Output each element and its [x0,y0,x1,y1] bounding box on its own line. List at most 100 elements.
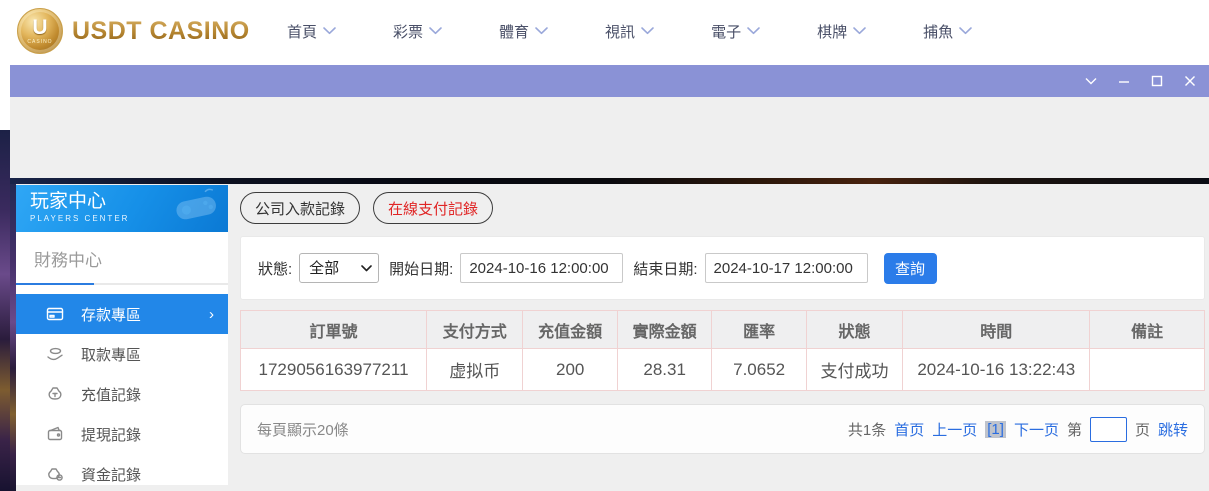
nav-item-home[interactable]: 首頁 [287,21,336,42]
nav-label: 棋牌 [817,23,848,41]
sidebar-item-funds-records[interactable]: 資金記錄 [16,454,228,491]
col-header-order-no: 訂單號 [239,310,428,349]
chevron-down-icon [641,27,654,35]
sidebar: 玩家中心 PLAYERS CENTER 財務中心 存款專區 › 取款專區 充值記… [16,185,228,485]
total-count-text: 共1条 [847,421,887,439]
wallet-icon [47,426,63,441]
window-collapse-button[interactable] [1077,65,1104,97]
brand-name: USDT CASINO [72,16,250,45]
player-center-window: 玩家中心 PLAYERS CENTER 財務中心 存款專區 › 取款專區 充值記… [10,65,1209,491]
page-background-art [0,130,10,491]
tab-online-payment-records[interactable]: 在線支付記錄 [373,192,494,224]
page-size-text: 每頁顯示20條 [257,421,349,439]
record-tabs: 公司入款記錄 在線支付記錄 [240,192,1205,224]
nav-label: 捕魚 [923,23,954,41]
cell-time: 2024-10-16 13:22:43 [902,348,1091,391]
col-header-recharge-amount: 充值金額 [522,310,618,349]
cell-pay-method: 虚拟币 [426,348,524,391]
tab-company-deposit-records[interactable]: 公司入款記錄 [240,192,361,224]
sidebar-item-label: 資金記錄 [81,466,142,484]
cell-actual-amount: 28.31 [616,348,713,391]
logo-subtext: CASINO [27,38,53,45]
brand-logo[interactable]: U CASINO USDT CASINO [17,8,250,54]
chevron-down-icon [323,27,336,35]
coin-logo-icon: U CASINO [17,8,63,54]
divider-rest [94,283,228,285]
col-header-rate: 匯率 [711,310,807,349]
pager: 共1条 首页 上一页 [1] 下一页 第 页 跳转 [847,416,1188,442]
logo-letter: U [32,15,48,39]
chevron-down-icon [959,27,972,35]
close-icon [1184,76,1195,86]
chevron-down-icon [429,27,442,35]
pagination-jump-link[interactable]: 跳转 [1158,419,1188,440]
window-minimize-button[interactable] [1110,65,1137,97]
nav-item-fishing[interactable]: 捕魚 [923,21,972,42]
main-content: 公司入款記錄 在線支付記錄 狀態: 全部 開始日期: 結束日期: 查 [239,184,1205,485]
pagination-first-link[interactable]: 首页 [894,419,924,440]
section-divider [16,283,228,285]
nav-item-slots[interactable]: 電子 [711,21,760,42]
nav-label: 體育 [499,23,530,41]
chevron-down-icon [853,27,866,35]
end-date-input[interactable] [704,253,868,283]
window-close-button[interactable] [1176,65,1203,97]
col-header-pay-method: 支付方式 [426,310,524,349]
sidebar-item-deposit-zone[interactable]: 存款專區 › [16,294,228,334]
nav-item-video[interactable]: 視訊 [605,21,654,42]
divider-accent [16,283,94,285]
nav-item-sports[interactable]: 體育 [499,21,548,42]
chevron-right-icon: › [209,305,214,323]
nav-item-lottery[interactable]: 彩票 [393,21,442,42]
cell-recharge-amount: 200 [522,348,618,391]
page-jump-input[interactable] [1089,416,1127,442]
money-bag-icon [48,387,62,400]
search-button[interactable]: 查詢 [883,252,937,284]
cell-remark [1089,348,1205,391]
top-navbar: U CASINO USDT CASINO 首頁 彩票 體育 視訊 電子 棋牌 捕… [0,0,1209,62]
sidebar-item-withdrawal-records[interactable]: 提現記錄 [16,414,228,454]
chevron-down-icon [535,27,548,35]
coin-bag-icon [48,468,63,481]
window-body: 玩家中心 PLAYERS CENTER 財務中心 存款專區 › 取款專區 充值記… [10,97,1209,491]
table-header-row: 訂單號 支付方式 充值金額 實際金額 匯率 狀態 時間 備註 [239,310,1205,349]
status-select-wrap: 全部 [299,253,380,283]
pagination-bar: 每頁顯示20條 共1条 首页 上一页 [1] 下一页 第 页 跳转 [240,404,1205,454]
nav-label: 視訊 [605,23,636,41]
filter-bar: 狀態: 全部 開始日期: 結束日期: 查詢 [240,236,1205,300]
cell-rate: 7.0652 [711,348,807,391]
cell-status: 支付成功 [805,348,904,391]
status-select[interactable]: 全部 [299,253,380,283]
sidebar-item-label: 存款專區 [81,306,142,324]
chevron-down-icon [747,27,760,35]
nav-label: 電子 [711,23,742,41]
col-header-status: 狀態 [805,310,904,349]
sidebar-item-recharge-records[interactable]: 充值記錄 [16,374,228,414]
jump-suffix-label: 页 [1134,421,1150,439]
nav-item-boardgames[interactable]: 棋牌 [817,21,866,42]
end-date-label: 結束日期: [633,260,698,278]
maximize-icon [1151,75,1162,87]
start-date-input[interactable] [460,253,624,283]
hand-money-icon [47,347,63,361]
window-titlebar [10,65,1209,97]
main-nav: 首頁 彩票 體育 視訊 電子 棋牌 捕魚 [287,0,972,62]
pagination-prev-link[interactable]: 上一页 [932,419,977,440]
nav-label: 彩票 [393,23,424,41]
sidebar-menu: 存款專區 › 取款專區 充值記錄 提現記錄 資金記錄 [16,285,228,491]
col-header-actual-amount: 實際金額 [616,310,713,349]
col-header-time: 時間 [902,310,1091,349]
bank-card-icon [46,307,64,321]
start-date-label: 開始日期: [389,260,454,278]
sidebar-item-label: 提現記錄 [81,426,142,444]
sidebar-section-title: 財務中心 [34,251,102,270]
minimize-icon [1118,81,1129,83]
pagination-next-link[interactable]: 下一页 [1014,419,1059,440]
chevron-down-icon [1085,78,1096,85]
sidebar-item-label: 充值記錄 [81,386,142,404]
sidebar-item-withdraw-zone[interactable]: 取款專區 [16,334,228,374]
nav-label: 首頁 [287,23,318,41]
jump-prefix-label: 第 [1066,421,1082,439]
status-label: 狀態: [258,260,293,278]
window-maximize-button[interactable] [1143,65,1170,97]
